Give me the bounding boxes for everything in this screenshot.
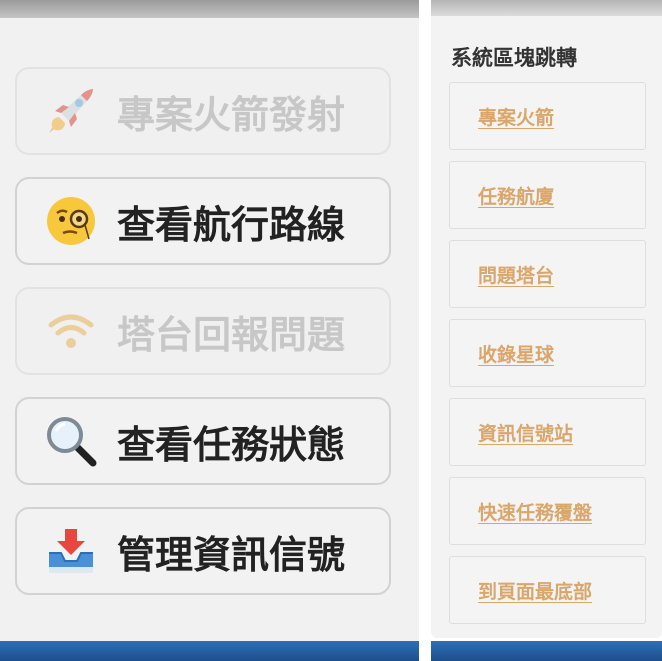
inbox-tray-icon — [49, 529, 93, 573]
report-issue-button[interactable]: 塔台回報問題 — [15, 287, 391, 375]
nav-link-page-bottom[interactable]: 到頁面最底部 — [449, 556, 646, 624]
launch-rocket-label: 專案火箭發射 — [117, 92, 346, 137]
nav-link-signal-station[interactable]: 資訊信號站 — [449, 398, 646, 466]
panel-gap — [419, 0, 431, 661]
report-issue-label: 塔台回報問題 — [117, 312, 346, 357]
view-route-label: 查看航行路線 — [117, 202, 346, 247]
manage-signal-label: 管理資訊信號 — [117, 532, 346, 577]
block-nav-panel: 系統區塊跳轉 專案火箭 任務航廈 問題塔台 收錄星球 資訊信號站 快速任務覆盤 … — [431, 0, 662, 661]
launch-rocket-button[interactable]: 專案火箭發射 — [15, 67, 391, 155]
nav-link-label: 問題塔台 — [478, 264, 555, 287]
action-panel: 專案火箭發射 查看航行路線 塔台回報問題 查看任務狀態 管理資訊信號 — [0, 0, 419, 661]
view-route-button[interactable]: 查看航行路線 — [15, 177, 391, 265]
nav-link-label: 快速任務覆盤 — [478, 501, 593, 524]
nav-link-label: 資訊信號站 — [478, 422, 574, 445]
view-task-status-button[interactable]: 查看任務狀態 — [15, 397, 391, 485]
nav-link-label: 專案火箭 — [478, 106, 555, 129]
wifi-icon — [48, 314, 94, 348]
nav-link-label: 任務航廈 — [478, 185, 555, 208]
nav-link-project-rocket[interactable]: 專案火箭 — [449, 82, 646, 150]
view-task-status-label: 查看任務狀態 — [117, 422, 346, 467]
right-top-bar — [431, 0, 662, 16]
nav-link-quick-review[interactable]: 快速任務覆盤 — [449, 477, 646, 545]
monocle-face-icon — [47, 197, 95, 245]
block-nav-card: 系統區塊跳轉 專案火箭 任務航廈 問題塔台 收錄星球 資訊信號站 快速任務覆盤 … — [431, 16, 662, 638]
magnifier-icon — [47, 417, 97, 467]
right-bottom-bar — [431, 641, 662, 661]
nav-link-label: 到頁面最底部 — [478, 580, 593, 603]
left-bottom-bar — [0, 641, 419, 661]
block-nav-title: 系統區塊跳轉 — [451, 46, 577, 70]
manage-signal-button[interactable]: 管理資訊信號 — [15, 507, 391, 595]
nav-link-label: 收錄星球 — [478, 343, 555, 366]
nav-link-issue-tower[interactable]: 問題塔台 — [449, 240, 646, 308]
nav-link-task-terminal[interactable]: 任務航廈 — [449, 161, 646, 229]
left-top-bar — [0, 0, 419, 18]
nav-link-collected-planets[interactable]: 收錄星球 — [449, 319, 646, 387]
rocket-icon — [49, 89, 93, 133]
